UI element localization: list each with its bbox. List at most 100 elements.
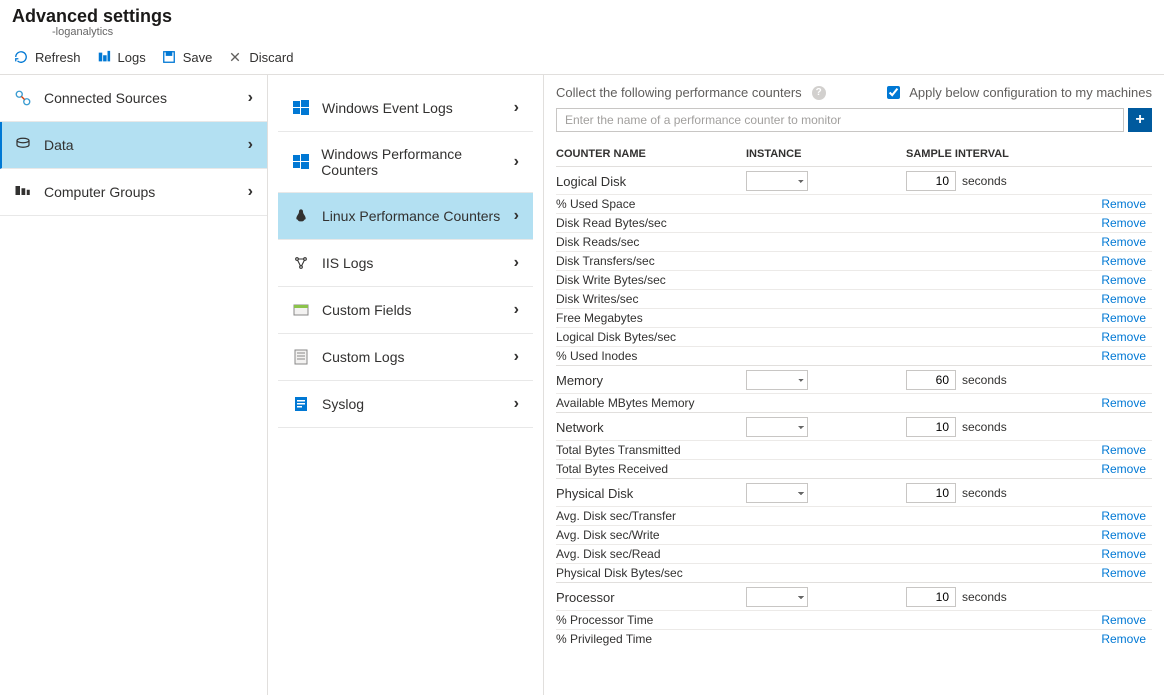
data-item-custom-fields[interactable]: Custom Fields › xyxy=(278,287,533,334)
add-counter-button[interactable]: + xyxy=(1128,108,1152,132)
data-item-windows-perf-counters[interactable]: Windows Performance Counters › xyxy=(278,132,533,193)
interval-input[interactable] xyxy=(906,483,956,503)
counter-row: Disk Transfers/sec Remove xyxy=(556,251,1152,270)
counter-row: Disk Reads/sec Remove xyxy=(556,232,1152,251)
discard-label: Discard xyxy=(249,50,293,65)
remove-link[interactable]: Remove xyxy=(1076,216,1146,230)
sidebar-item-connected-sources[interactable]: Connected Sources › xyxy=(0,75,267,122)
remove-link[interactable]: Remove xyxy=(1076,273,1146,287)
counter-group: Memoryseconds xyxy=(556,365,1152,393)
header-counter-name: COUNTER NAME xyxy=(556,148,746,160)
counter-name: Disk Writes/sec xyxy=(556,292,746,306)
remove-link[interactable]: Remove xyxy=(1076,349,1146,363)
counter-group: Processorseconds xyxy=(556,582,1152,610)
linux-icon xyxy=(292,207,310,225)
data-item-label: Windows Event Logs xyxy=(322,100,453,116)
chevron-right-icon: › xyxy=(514,348,519,366)
counter-group-name: Logical Disk xyxy=(556,174,746,189)
apply-config-checkbox[interactable]: Apply below configuration to my machines xyxy=(883,83,1152,102)
sidebar-primary: Connected Sources › Data › Computer Grou… xyxy=(0,75,268,695)
remove-link[interactable]: Remove xyxy=(1076,613,1146,627)
logs-icon xyxy=(95,48,113,66)
counter-row: Logical Disk Bytes/sec Remove xyxy=(556,327,1152,346)
remove-link[interactable]: Remove xyxy=(1076,396,1146,410)
counter-name: Disk Transfers/sec xyxy=(556,254,746,268)
interval-input[interactable] xyxy=(906,370,956,390)
counter-name: % Used Inodes xyxy=(556,349,746,363)
refresh-label: Refresh xyxy=(35,50,81,65)
sidebar-item-computer-groups[interactable]: Computer Groups › xyxy=(0,169,267,216)
refresh-button[interactable]: Refresh xyxy=(12,48,81,66)
windows-icon xyxy=(292,99,310,117)
apply-config-label: Apply below configuration to my machines xyxy=(909,85,1152,100)
help-icon[interactable]: ? xyxy=(812,86,826,100)
remove-link[interactable]: Remove xyxy=(1076,443,1146,457)
counter-row: Avg. Disk sec/Transfer Remove xyxy=(556,506,1152,525)
interval-input[interactable] xyxy=(906,171,956,191)
counter-group-name: Processor xyxy=(556,590,746,605)
remove-link[interactable]: Remove xyxy=(1076,330,1146,344)
counter-row: Avg. Disk sec/ReadRemove xyxy=(556,544,1152,563)
remove-link[interactable]: Remove xyxy=(1076,292,1146,306)
interval-input[interactable] xyxy=(906,417,956,437)
page-subtitle: -loganalytics xyxy=(52,26,1152,38)
custom-logs-icon xyxy=(292,348,310,366)
data-icon xyxy=(14,136,32,154)
counter-name: Disk Read Bytes/sec xyxy=(556,216,746,230)
counter-name: Total Bytes Transmitted xyxy=(556,443,746,457)
counter-name: Disk Write Bytes/sec xyxy=(556,273,746,287)
counter-row: Disk Write Bytes/sec Remove xyxy=(556,270,1152,289)
data-item-windows-event-logs[interactable]: Windows Event Logs › xyxy=(278,85,533,132)
counter-name: Avg. Disk sec/Transfer xyxy=(556,509,746,523)
instance-select[interactable] xyxy=(746,370,808,390)
chevron-right-icon: › xyxy=(248,89,253,107)
remove-link[interactable]: Remove xyxy=(1076,509,1146,523)
remove-link[interactable]: Remove xyxy=(1076,254,1146,268)
apply-config-input[interactable] xyxy=(887,86,900,99)
seconds-label: seconds xyxy=(962,486,1007,500)
remove-link[interactable]: Remove xyxy=(1076,462,1146,476)
data-item-iis-logs[interactable]: IIS Logs › xyxy=(278,240,533,287)
remove-link[interactable]: Remove xyxy=(1076,547,1146,561)
discard-button[interactable]: Discard xyxy=(226,48,293,66)
instance-select[interactable] xyxy=(746,171,808,191)
interval-input[interactable] xyxy=(906,587,956,607)
chevron-right-icon: › xyxy=(248,136,253,154)
save-label: Save xyxy=(183,50,213,65)
data-item-syslog[interactable]: Syslog › xyxy=(278,381,533,428)
counter-name: Logical Disk Bytes/sec xyxy=(556,330,746,344)
remove-link[interactable]: Remove xyxy=(1076,528,1146,542)
refresh-icon xyxy=(12,48,30,66)
chevron-right-icon: › xyxy=(514,254,519,272)
remove-link[interactable]: Remove xyxy=(1076,197,1146,211)
instance-select[interactable] xyxy=(746,417,808,437)
header-interval: SAMPLE INTERVAL xyxy=(906,148,1076,160)
chevron-right-icon: › xyxy=(514,395,519,413)
counter-row: Free MegabytesRemove xyxy=(556,308,1152,327)
logs-button[interactable]: Logs xyxy=(95,48,146,66)
counter-row: % Used Inodes Remove xyxy=(556,346,1152,365)
data-item-label: Custom Fields xyxy=(322,302,411,318)
counter-name: Disk Reads/sec xyxy=(556,235,746,249)
data-item-custom-logs[interactable]: Custom Logs › xyxy=(278,334,533,381)
instance-select[interactable] xyxy=(746,483,808,503)
chevron-right-icon: › xyxy=(514,99,519,117)
sidebar-data-menu: Windows Event Logs › Windows Performance… xyxy=(268,75,544,695)
remove-link[interactable]: Remove xyxy=(1076,235,1146,249)
counter-search-input[interactable] xyxy=(556,108,1124,132)
sidebar-item-data[interactable]: Data › xyxy=(0,122,267,169)
remove-link[interactable]: Remove xyxy=(1076,566,1146,580)
save-button[interactable]: Save xyxy=(160,48,213,66)
remove-link[interactable]: Remove xyxy=(1076,632,1146,646)
counter-row: % Privileged TimeRemove xyxy=(556,629,1152,648)
close-icon xyxy=(226,48,244,66)
toolbar: Refresh Logs Save Discard xyxy=(0,42,1164,75)
counters-panel: Collect the following performance counte… xyxy=(544,75,1164,695)
seconds-label: seconds xyxy=(962,420,1007,434)
computer-groups-icon xyxy=(14,183,32,201)
remove-link[interactable]: Remove xyxy=(1076,311,1146,325)
instance-select[interactable] xyxy=(746,587,808,607)
data-item-linux-perf-counters[interactable]: Linux Performance Counters › xyxy=(278,193,533,240)
counter-row: Disk Writes/sec Remove xyxy=(556,289,1152,308)
chevron-right-icon: › xyxy=(514,301,519,319)
